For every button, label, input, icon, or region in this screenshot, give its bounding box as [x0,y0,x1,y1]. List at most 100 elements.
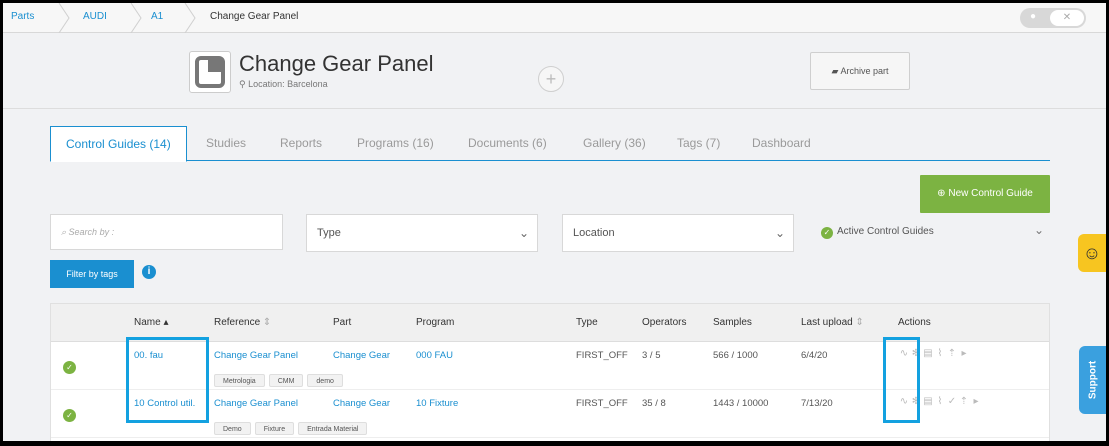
tag[interactable]: Metrologia [214,374,265,387]
filter-by-tags-button[interactable]: Filter by tags [50,260,134,288]
last-upload-value: 7/13/20 [801,398,833,409]
column-header-reference[interactable]: Reference ⇕ [214,304,271,342]
upload-icon[interactable]: ⇡ [947,348,959,359]
tab-reports[interactable]: Reports [280,126,322,161]
sort-icon: ⇕ [262,317,272,328]
check-circle-icon: ✓ [821,227,833,239]
sort-icon: ⇕ [855,317,864,328]
tag[interactable]: Entrada Material [298,422,368,435]
add-icon[interactable]: + [538,66,564,92]
play-icon[interactable]: ▸ [971,396,983,407]
check-icon[interactable]: ✓ [947,396,959,407]
check-circle-icon: ✓ [63,409,76,422]
row-actions: ∿ ✻▤ ⌇ ✓ ⇡ ▸ [899,396,983,407]
tab-control-guides[interactable]: Control Guides (14) [50,126,187,162]
tab-tags[interactable]: Tags (7) [677,126,720,161]
last-upload-value: 6/4/20 [801,350,828,361]
tag[interactable]: Fixture [254,422,295,435]
pulse-icon[interactable]: ∿ [899,396,911,407]
tab-documents[interactable]: Documents (6) [468,126,547,161]
tag[interactable]: CMM [268,374,304,387]
column-header-program: Program [416,317,455,328]
tag[interactable]: Demo [214,422,251,435]
tab-gallery[interactable]: Gallery (36) [583,126,646,161]
column-header-type: Type [576,317,598,328]
breadcrumb-separator-icon [57,3,71,33]
notifications-toggle[interactable]: ● ✕ [1020,8,1086,28]
location-label: ⚲ Location: Barcelona [239,79,328,90]
app-window: Parts AUDI A1 Change Gear Panel ● ✕ Chan… [0,0,1109,446]
search-icon: ⌕ [61,227,69,237]
part-logo-icon [189,51,231,93]
column-header-name[interactable]: Name ▴ [134,304,169,342]
type-select-label: Type [317,227,341,239]
info-icon[interactable]: i [142,265,156,279]
type-value: FIRST_OFF [576,350,628,361]
column-header-actions: Actions [898,317,931,328]
sort-asc-icon: ▴ [163,317,169,328]
table-row: ✓ 10 Control util. Change Gear Panel Cha… [51,390,1049,438]
gear-icon[interactable]: ✻ [911,396,923,407]
pulse-icon[interactable]: ∿ [899,348,911,359]
breadcrumb-audi[interactable]: AUDI [83,3,107,33]
control-guides-table: Name ▴ Reference ⇕ Part Program Type Ope… [50,303,1050,441]
active-guides-label: Active Control Guides [837,226,934,237]
table-row: ✓ 00. fau Change Gear Panel Change Gear … [51,342,1049,390]
tab-bar: Control Guides (14) Studies Reports Prog… [50,126,1050,162]
new-guide-label: New Control Guide [948,188,1033,199]
column-header-part: Part [333,317,352,328]
row-actions: ∿ ✻▤ ⌇ ⇡ ▸ [899,348,971,359]
gear-icon[interactable]: ✻ [911,348,923,359]
column-header-operators: Operators [642,317,687,328]
samples-value: 566 / 1000 [713,350,758,361]
location-pin-icon: ⚲ [239,79,249,89]
program-link[interactable]: 000 FAU [416,350,453,361]
paperclip-icon[interactable]: ⌇ [935,396,947,407]
play-icon[interactable]: ▸ [959,348,971,359]
guide-name-link[interactable]: 10 Control util. [134,398,195,409]
chevron-down-icon[interactable]: ⌄ [1034,223,1044,237]
mute-icon: ✕ [1050,10,1084,26]
upload-icon[interactable]: ⇡ [959,396,971,407]
location-text: Location: Barcelona [248,79,328,89]
tab-studies[interactable]: Studies [206,126,246,161]
column-header-samples: Samples [713,317,752,328]
guide-name-link[interactable]: 00. fau [134,350,163,361]
support-tab[interactable]: Support [1079,346,1106,414]
chevron-down-icon: ⌄ [774,226,785,240]
archive-part-button[interactable]: ▰ Archive part [810,52,910,90]
support-label: Support [1087,360,1099,400]
operators-value: 3 / 5 [642,350,661,361]
breadcrumb-separator-icon [183,3,197,33]
breadcrumb-parts[interactable]: Parts [11,3,34,33]
breadcrumb: Parts AUDI A1 Change Gear Panel ● ✕ [3,3,1106,33]
paperclip-icon[interactable]: ⌇ [935,348,947,359]
breadcrumb-current: Change Gear Panel [210,11,299,22]
active-guides-filter[interactable]: ✓ Active Control Guides [821,224,934,240]
tab-dashboard[interactable]: Dashboard [752,126,811,161]
search-input[interactable]: ⌕ Search by : [50,214,283,250]
table-header: Name ▴ Reference ⇕ Part Program Type Ope… [51,304,1049,342]
document-icon[interactable]: ▤ [923,396,935,407]
tab-programs[interactable]: Programs (16) [357,126,434,161]
new-control-guide-button[interactable]: ⊕ New Control Guide [920,175,1050,213]
operators-value: 35 / 8 [642,398,666,409]
page-title: Change Gear Panel [239,51,434,76]
bell-icon: ● [1030,11,1037,22]
check-circle-icon: ✓ [63,361,76,374]
reference-link[interactable]: Change Gear Panel [214,398,298,409]
type-value: FIRST_OFF [576,398,628,409]
document-icon[interactable]: ▤ [923,348,935,359]
location-select-label: Location [573,227,615,239]
type-select[interactable]: Type ⌄ [306,214,538,252]
tag[interactable]: demo [307,374,343,387]
feedback-smiley-icon[interactable]: ☺ [1078,234,1106,272]
reference-link[interactable]: Change Gear Panel [214,350,298,361]
column-header-last-upload[interactable]: Last upload ⇕ [801,304,864,342]
breadcrumb-a1[interactable]: A1 [151,3,163,33]
location-select[interactable]: Location ⌄ [562,214,794,252]
tag-list: Metrologia CMM demo [214,370,347,388]
part-link[interactable]: Change Gear [333,398,390,409]
program-link[interactable]: 10 Fixture [416,398,458,409]
part-link[interactable]: Change Gear [333,350,390,361]
